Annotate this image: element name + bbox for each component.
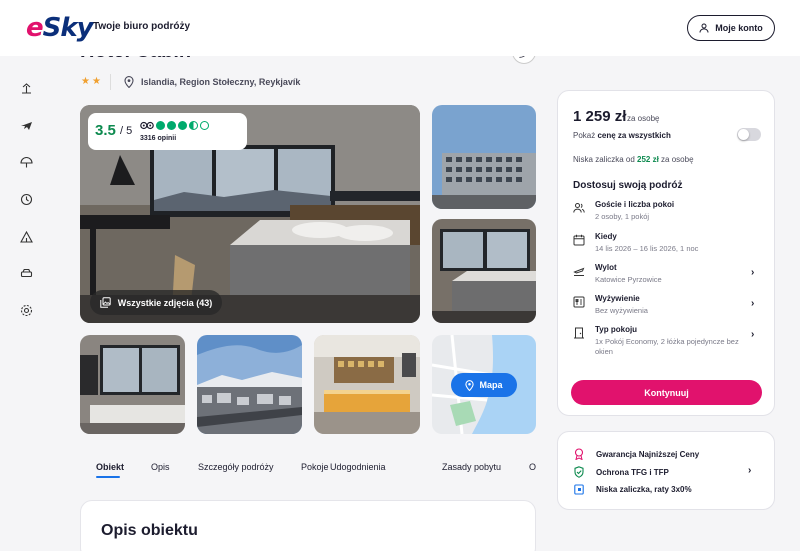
rating-score: 3.5 bbox=[95, 122, 116, 139]
room-photo-2[interactable] bbox=[432, 219, 536, 323]
deposit-info: Niska zaliczka od 252 zł za osobę bbox=[573, 155, 694, 164]
beach-icon[interactable] bbox=[18, 80, 34, 96]
rating-card[interactable]: 3.5 / 5 3316 opinii bbox=[88, 113, 247, 150]
guarantee-item: Niska zaliczka, raty 3x0% bbox=[574, 484, 692, 495]
location-text: Islandia, Region Stołeczny, Reykjavík bbox=[141, 77, 301, 87]
tab-opis[interactable]: Opis bbox=[151, 462, 170, 472]
price-per-person: za osobę bbox=[627, 114, 660, 123]
umbrella-icon[interactable] bbox=[18, 154, 34, 170]
tagline: Twoje biuro podróży bbox=[93, 21, 191, 32]
car-icon[interactable] bbox=[18, 265, 34, 281]
adjust-trip-title: Dostosuj swoją podróż bbox=[573, 180, 683, 191]
tab-travel-details[interactable]: Szczegóły podróży bbox=[198, 462, 274, 472]
settings-icon[interactable] bbox=[18, 302, 34, 318]
rating-bubble bbox=[167, 121, 176, 130]
tab-rooms[interactable]: Pokoje bbox=[301, 462, 329, 472]
guarantee-item: Ochrona TFG i TFP bbox=[574, 466, 669, 478]
chevron-right-icon: › bbox=[751, 329, 755, 340]
my-account-label: Moje konto bbox=[715, 23, 763, 33]
chevron-right-icon: › bbox=[751, 267, 755, 278]
map-pin-icon bbox=[465, 379, 475, 391]
badge-icon bbox=[574, 448, 584, 460]
rating-bubble bbox=[200, 121, 209, 130]
tab-more[interactable]: Op bbox=[529, 462, 536, 472]
gallery-icon bbox=[100, 297, 111, 308]
tab-obiekt[interactable]: Obiekt bbox=[96, 462, 124, 472]
rating-bubble bbox=[189, 121, 198, 130]
description-title: Opis obiektu bbox=[101, 522, 198, 539]
map-label: Mapa bbox=[479, 380, 503, 390]
guarantee-label: Ochrona TFG i TFP bbox=[596, 467, 669, 477]
tripadvisor-icon bbox=[140, 121, 154, 130]
option-value: Bez wyżywienia bbox=[595, 306, 648, 315]
option-label: Wyżywienie bbox=[595, 294, 640, 303]
guests-icon bbox=[573, 203, 585, 213]
all-photos-button[interactable]: Wszystkie zdjęcia (43) bbox=[90, 290, 222, 315]
user-icon bbox=[699, 23, 709, 33]
price: 1 259 zł bbox=[573, 108, 627, 125]
rating-max: / 5 bbox=[120, 125, 133, 137]
hotel-exterior-photo[interactable] bbox=[432, 105, 536, 209]
option-label: Kiedy bbox=[595, 232, 617, 241]
option-value: 1x Pokój Economy, 2 łóżka pojedyncze bez… bbox=[595, 337, 739, 356]
rating-bubble bbox=[156, 121, 165, 130]
plane-icon[interactable] bbox=[18, 117, 34, 133]
tab-amenities[interactable]: Udogodnienia bbox=[330, 462, 386, 472]
continue-button[interactable]: Kontynuuj bbox=[571, 380, 762, 405]
top-header: eSky Twoje biuro podróży Moje konto bbox=[0, 0, 800, 56]
door-icon bbox=[574, 327, 584, 339]
guarantee-label: Niska zaliczka, raty 3x0% bbox=[596, 485, 692, 494]
total-price-toggle[interactable] bbox=[737, 128, 761, 141]
clock-icon[interactable] bbox=[18, 191, 34, 207]
toggle-knob bbox=[738, 129, 749, 140]
option-value: 2 osoby, 1 pokój bbox=[595, 212, 650, 221]
option-label: Wylot bbox=[595, 263, 617, 272]
departure-icon bbox=[573, 267, 585, 276]
section-tabs: Obiekt Opis Szczegóły podróży Pokoje Udo… bbox=[80, 456, 536, 482]
shield-check-icon bbox=[574, 466, 584, 478]
calendar-icon bbox=[573, 234, 585, 246]
option-label: Typ pokoju bbox=[595, 325, 638, 334]
city-view-photo[interactable] bbox=[197, 335, 302, 434]
camping-icon[interactable] bbox=[18, 228, 34, 244]
rating-bubble bbox=[178, 121, 187, 130]
guarantee-item: Gwarancja Najniższej Ceny bbox=[574, 448, 699, 460]
option-value: Katowice Pyrzowice bbox=[595, 275, 662, 284]
show-total-label: Pokaż cenę za wszystkich bbox=[573, 131, 671, 140]
category-rail bbox=[0, 56, 52, 551]
room-photo-3[interactable] bbox=[80, 335, 185, 434]
esky-logo[interactable]: eSky bbox=[26, 13, 94, 43]
hotel-location[interactable]: Islandia, Region Stołeczny, Reykjavík bbox=[124, 76, 300, 88]
my-account-button[interactable]: Moje konto bbox=[687, 15, 775, 41]
price-card: 1 259 zł za osobę Pokaż cenę za wszystki… bbox=[557, 90, 775, 416]
rating-bubbles bbox=[156, 121, 209, 130]
wallet-icon bbox=[574, 484, 584, 495]
tab-house-rules[interactable]: Zasady pobytu bbox=[442, 462, 501, 472]
map-button[interactable]: Mapa bbox=[451, 373, 517, 397]
option-label: Goście i liczba pokoi bbox=[595, 200, 675, 209]
chevron-right-icon: › bbox=[748, 465, 752, 476]
description-card: Opis obiektu bbox=[80, 500, 536, 551]
divider bbox=[110, 74, 111, 90]
active-tab-indicator bbox=[96, 476, 120, 478]
lobby-bar-photo[interactable] bbox=[314, 335, 420, 434]
guarantee-label: Gwarancja Najniższej Ceny bbox=[596, 449, 700, 459]
chevron-right-icon: › bbox=[751, 298, 755, 309]
guarantees-card[interactable]: Gwarancja Najniższej Ceny Ochrona TFG i … bbox=[557, 431, 775, 510]
all-photos-label: Wszystkie zdjęcia (43) bbox=[117, 297, 213, 308]
review-count: 3316 opinii bbox=[140, 135, 177, 142]
map-pin-icon bbox=[124, 76, 134, 88]
hotel-stars: ★★ bbox=[81, 76, 103, 87]
meal-icon bbox=[573, 296, 585, 308]
option-value: 14 lis 2026 – 16 lis 2026, 1 noc bbox=[595, 244, 699, 253]
